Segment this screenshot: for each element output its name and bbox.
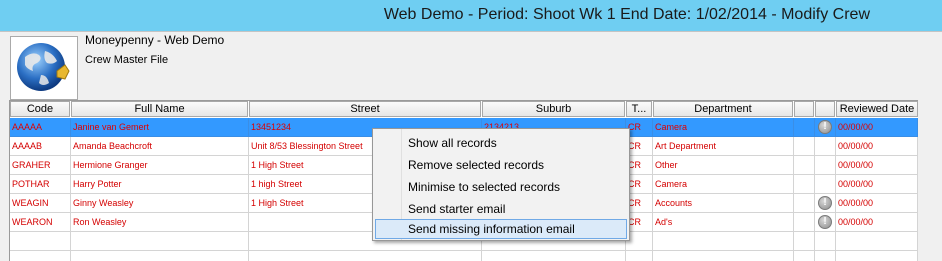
- cell-department: Ad's: [653, 213, 794, 232]
- header-suburb[interactable]: Suburb: [482, 101, 625, 117]
- exclamation-circle-icon: !: [818, 215, 832, 229]
- cell-t: CR: [626, 175, 653, 194]
- cell-department: Art Department: [653, 137, 794, 156]
- header-department[interactable]: Department: [653, 101, 793, 117]
- menu-item-send-starter-email[interactable]: Send starter email: [375, 199, 627, 219]
- cell-t: CR: [626, 137, 653, 156]
- window-title: Web Demo - Period: Shoot Wk 1 End Date: …: [383, 6, 870, 23]
- cell-t: CR: [626, 118, 653, 137]
- cell-flag2: [815, 232, 836, 251]
- cell-flag2: !: [815, 213, 836, 232]
- menu-item-minimise-to-selected-records[interactable]: Minimise to selected records: [375, 177, 627, 197]
- cell-reviewed: 00/00/00: [836, 213, 918, 232]
- cell-flag1: [794, 156, 815, 175]
- exclamation-circle-icon: !: [818, 196, 832, 210]
- menu-item-remove-selected-records[interactable]: Remove selected records: [375, 155, 627, 175]
- cell-code: [10, 232, 71, 251]
- cell-name: Janine van Gemert: [71, 118, 249, 137]
- header-flag-2[interactable]: [815, 101, 835, 117]
- cell-flag1: [794, 118, 815, 137]
- cell-flag1: [794, 175, 815, 194]
- cell-code: POTHAR: [10, 175, 71, 194]
- cell-reviewed: 00/00/00: [836, 137, 918, 156]
- page-subtitle: Crew Master File: [85, 54, 169, 66]
- menu-item-show-all-records[interactable]: Show all records: [375, 133, 627, 153]
- cell-flag1: [794, 194, 815, 213]
- cell-t: CR: [626, 156, 653, 175]
- cell-t: CR: [626, 213, 653, 232]
- cell-department: Camera: [653, 175, 794, 194]
- cell-flag1: [794, 232, 815, 251]
- cell-department: Other: [653, 156, 794, 175]
- cell-code: AAAAA: [10, 118, 71, 137]
- cell-name: Hermione Granger: [71, 156, 249, 175]
- cell-code: WEARON: [10, 213, 71, 232]
- cell-flag2: [815, 175, 836, 194]
- header-flag-1[interactable]: [794, 101, 814, 117]
- cell-code: WEAGIN: [10, 194, 71, 213]
- header-full-name[interactable]: Full Name: [71, 101, 248, 117]
- company-name: Moneypenny - Web Demo: [85, 33, 225, 47]
- exclamation-circle-icon: !: [818, 120, 832, 134]
- cell-name: Ginny Weasley: [71, 194, 249, 213]
- title-divider: [0, 31, 942, 32]
- header-type[interactable]: T...: [626, 101, 652, 117]
- cell-flag2: [815, 137, 836, 156]
- header-reviewed-date[interactable]: Reviewed Date: [836, 101, 918, 117]
- cell-reviewed: 00/00/00: [836, 194, 918, 213]
- cell-name: [71, 232, 249, 251]
- cell-flag1: [794, 213, 815, 232]
- cell-flag1: [794, 137, 815, 156]
- cell-reviewed: 00/00/00: [836, 156, 918, 175]
- context-menu: Show all records Remove selected records…: [372, 128, 630, 241]
- cell-flag2: !: [815, 118, 836, 137]
- cell-department: Accounts: [653, 194, 794, 213]
- cell-flag2: [815, 156, 836, 175]
- cell-t: CR: [626, 194, 653, 213]
- cell-department: [653, 232, 794, 251]
- cell-reviewed: 00/00/00: [836, 118, 918, 137]
- cell-flag2: !: [815, 194, 836, 213]
- cell-name: Amanda Beachcroft: [71, 137, 249, 156]
- cell-name: Ron Weasley: [71, 213, 249, 232]
- header-street[interactable]: Street: [249, 101, 481, 117]
- cell-name: Harry Potter: [71, 175, 249, 194]
- cell-reviewed: [836, 232, 918, 251]
- cell-reviewed: 00/00/00: [836, 175, 918, 194]
- title-bar: Web Demo - Period: Shoot Wk 1 End Date: …: [0, 0, 942, 31]
- menu-item-send-missing-information-email[interactable]: Send missing information email: [375, 219, 627, 239]
- cell-t: [626, 232, 653, 251]
- header-code[interactable]: Code: [10, 101, 70, 117]
- cell-department: Camera: [653, 118, 794, 137]
- globe-logo: [10, 36, 78, 100]
- cell-code: AAAAB: [10, 137, 71, 156]
- cell-code: GRAHER: [10, 156, 71, 175]
